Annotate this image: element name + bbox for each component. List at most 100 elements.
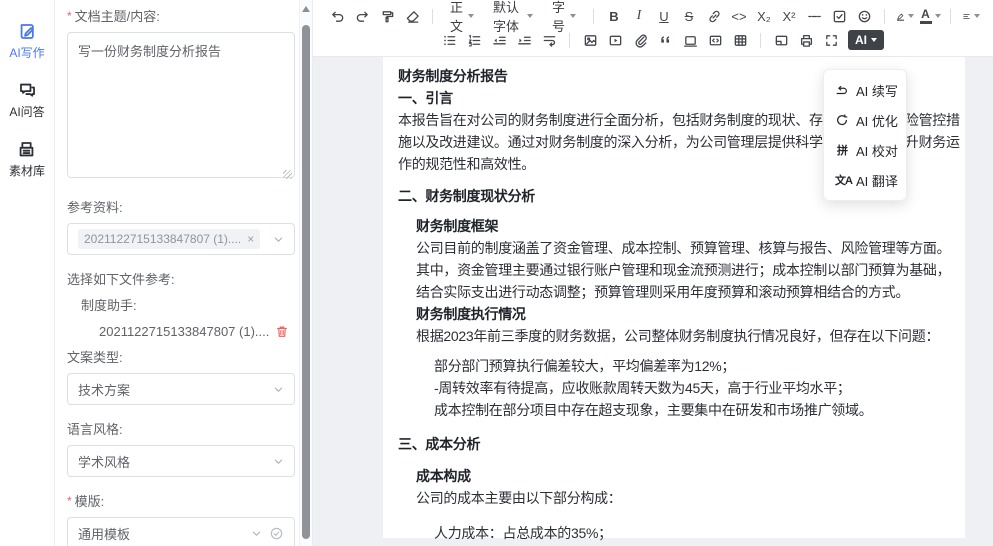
file-name: 2021122715133847807 (1)....	[99, 324, 275, 339]
print-button[interactable]	[794, 29, 818, 51]
doc-spacer	[398, 509, 950, 522]
toolbar-separator	[760, 33, 761, 48]
task-checkbox-button[interactable]	[827, 5, 851, 27]
language-style-select[interactable]: 学术风格	[67, 445, 295, 477]
doc-line: 公司目前的制度涵盖了资金管理、成本控制、预算管理、核算与报告、风险管理等方面。	[416, 237, 950, 259]
caret-down-icon	[570, 14, 576, 18]
scrollbar-thumb[interactable]	[302, 25, 310, 539]
blockquote-button[interactable]	[653, 29, 677, 51]
scrollbar-up-arrow[interactable]	[302, 6, 310, 12]
doc-issue-item: 成本控制在部分项目中存在超支现象，主要集中在研发和市场推广领域。	[434, 399, 950, 421]
underline-button[interactable]: U	[652, 5, 676, 27]
archive-icon	[17, 140, 36, 159]
nav-item-ai-writing[interactable]: AI写作	[9, 22, 44, 61]
topic-textarea[interactable]: 写一份财务制度分析报告	[67, 32, 295, 178]
undo-button[interactable]	[325, 5, 349, 27]
preview-panel-button[interactable]	[769, 29, 793, 51]
doc-issue-item: 部分部门预算执行偏差较大，平均偏差率为12%；	[434, 355, 950, 377]
doc-subheading-framework: 财务制度框架	[416, 215, 950, 237]
circle-check-icon	[269, 526, 284, 541]
trash-icon[interactable]	[275, 324, 289, 339]
required-asterisk: *	[67, 9, 72, 23]
nav-item-ai-qa[interactable]: AI问答	[9, 81, 44, 120]
ai-menu-item-translate[interactable]: 文A AI 翻译	[824, 165, 906, 195]
reference-select[interactable]: 2021122715133847807 (1)....×	[67, 223, 295, 255]
ai-menu-item-proofread[interactable]: 拼 AI 校对	[824, 135, 906, 165]
chevron-down-icon	[273, 384, 284, 395]
nav-item-material-library[interactable]: 素材库	[9, 140, 45, 179]
attachment-button[interactable]	[628, 29, 652, 51]
template-label: * 模版:	[67, 491, 295, 510]
horizontal-rule-button[interactable]	[802, 5, 826, 27]
ai-dropdown-button[interactable]: AI	[848, 30, 884, 50]
doc-line: 结合实际支出进行动态调整；预算管理则采用年度预算和滚动预算相结合的方式。	[416, 281, 950, 303]
redo-button[interactable]	[350, 5, 374, 27]
bullet-list-button[interactable]	[437, 29, 461, 51]
outdent-button[interactable]	[487, 29, 511, 51]
doc-type-select[interactable]: 技术方案	[67, 373, 295, 405]
editor-toolbar: 正文 默认字体 字号 B I U S <> X₂ X²	[313, 0, 993, 57]
ai-continue-icon	[835, 83, 849, 97]
toolbar-separator	[569, 33, 570, 48]
emoji-button[interactable]	[852, 5, 876, 27]
file-reference-row: 2021122715133847807 (1)....	[99, 324, 295, 339]
tag-close-icon[interactable]: ×	[247, 232, 254, 246]
file-reference-section-label: 选择如下文件参考:	[67, 269, 295, 288]
textarea-resize-grip[interactable]	[283, 170, 292, 179]
ai-menu-item-continue[interactable]: AI 续写	[824, 75, 906, 105]
toolbar-separator	[950, 9, 951, 24]
link-button[interactable]	[702, 5, 726, 27]
alignment-dropdown[interactable]	[959, 5, 983, 27]
highlight-color-dropdown[interactable]	[893, 5, 917, 27]
toolbar-separator	[593, 9, 594, 24]
chevron-down-icon	[273, 234, 284, 245]
editor-area: 正文 默认字体 字号 B I U S <> X₂ X²	[313, 0, 993, 546]
language-style-label: 语言风格:	[67, 419, 295, 438]
divider-button[interactable]	[678, 29, 702, 51]
subscript-button[interactable]: X₂	[752, 5, 776, 27]
caret-down-icon	[974, 14, 980, 18]
insert-video-button[interactable]	[603, 29, 627, 51]
strikethrough-button[interactable]: S	[677, 5, 701, 27]
ai-menu: AI 续写 AI 优化 拼 AI 校对 文A AI 翻译	[823, 69, 907, 201]
chevron-down-icon	[273, 456, 284, 467]
clear-format-button[interactable]	[400, 5, 424, 27]
code-block-button[interactable]	[703, 29, 727, 51]
document-edit-icon	[18, 22, 37, 41]
font-family-dropdown[interactable]: 默认字体	[484, 5, 542, 27]
chevron-down-icon	[251, 528, 262, 539]
italic-button[interactable]: I	[627, 5, 651, 27]
template-select[interactable]: 通用模板	[67, 517, 295, 546]
doc-line: 公司的成本主要由以下部分构成：	[416, 487, 950, 509]
caret-down-icon	[527, 14, 533, 18]
toolbar-row-2: AI	[437, 28, 983, 52]
font-color-icon: A	[920, 8, 932, 24]
doc-cost-item: 人力成本：占总成本的35%；	[434, 522, 950, 544]
insert-table-button[interactable]	[728, 29, 752, 51]
toolbar-separator	[884, 9, 885, 24]
nav-item-label: AI问答	[9, 103, 44, 120]
toolbar-row-1: 正文 默认字体 字号 B I U S <> X₂ X²	[325, 4, 983, 28]
text-wrap-button[interactable]	[537, 29, 561, 51]
app-window: AI写作 AI问答 素材库 * 文档主题/内容: 写一份财务制度分析报告 参考资…	[0, 0, 993, 546]
topic-label: * 文档主题/内容:	[67, 6, 295, 25]
panel-scrollbar[interactable]	[299, 0, 312, 546]
fullscreen-button[interactable]	[819, 29, 843, 51]
form-panel: * 文档主题/内容: 写一份财务制度分析报告 参考资料: 20211227151…	[55, 0, 313, 546]
bold-button[interactable]: B	[602, 5, 626, 27]
font-size-dropdown[interactable]: 字号	[543, 5, 585, 27]
editor-canvas: 财务制度分析报告 一、引言 本报告旨在对公司的财务制度进行全面分析，包括财务制度…	[313, 57, 993, 546]
indent-button[interactable]	[512, 29, 536, 51]
font-color-dropdown[interactable]: A	[918, 5, 942, 27]
superscript-button[interactable]: X²	[777, 5, 801, 27]
doc-type-label: 文案类型:	[67, 347, 295, 366]
file-group-label: 制度助手:	[81, 295, 295, 314]
inline-code-button[interactable]: <>	[727, 5, 751, 27]
doc-issue-item: -周转效率有待提高，应收账款周转天数为45天，高于行业平均水平；	[434, 377, 950, 399]
ai-optimize-icon	[835, 113, 849, 127]
paragraph-style-dropdown[interactable]: 正文	[441, 5, 483, 27]
insert-image-button[interactable]	[578, 29, 602, 51]
ai-menu-item-optimize[interactable]: AI 优化	[824, 105, 906, 135]
format-painter-button[interactable]	[375, 5, 399, 27]
ordered-list-button[interactable]	[462, 29, 486, 51]
